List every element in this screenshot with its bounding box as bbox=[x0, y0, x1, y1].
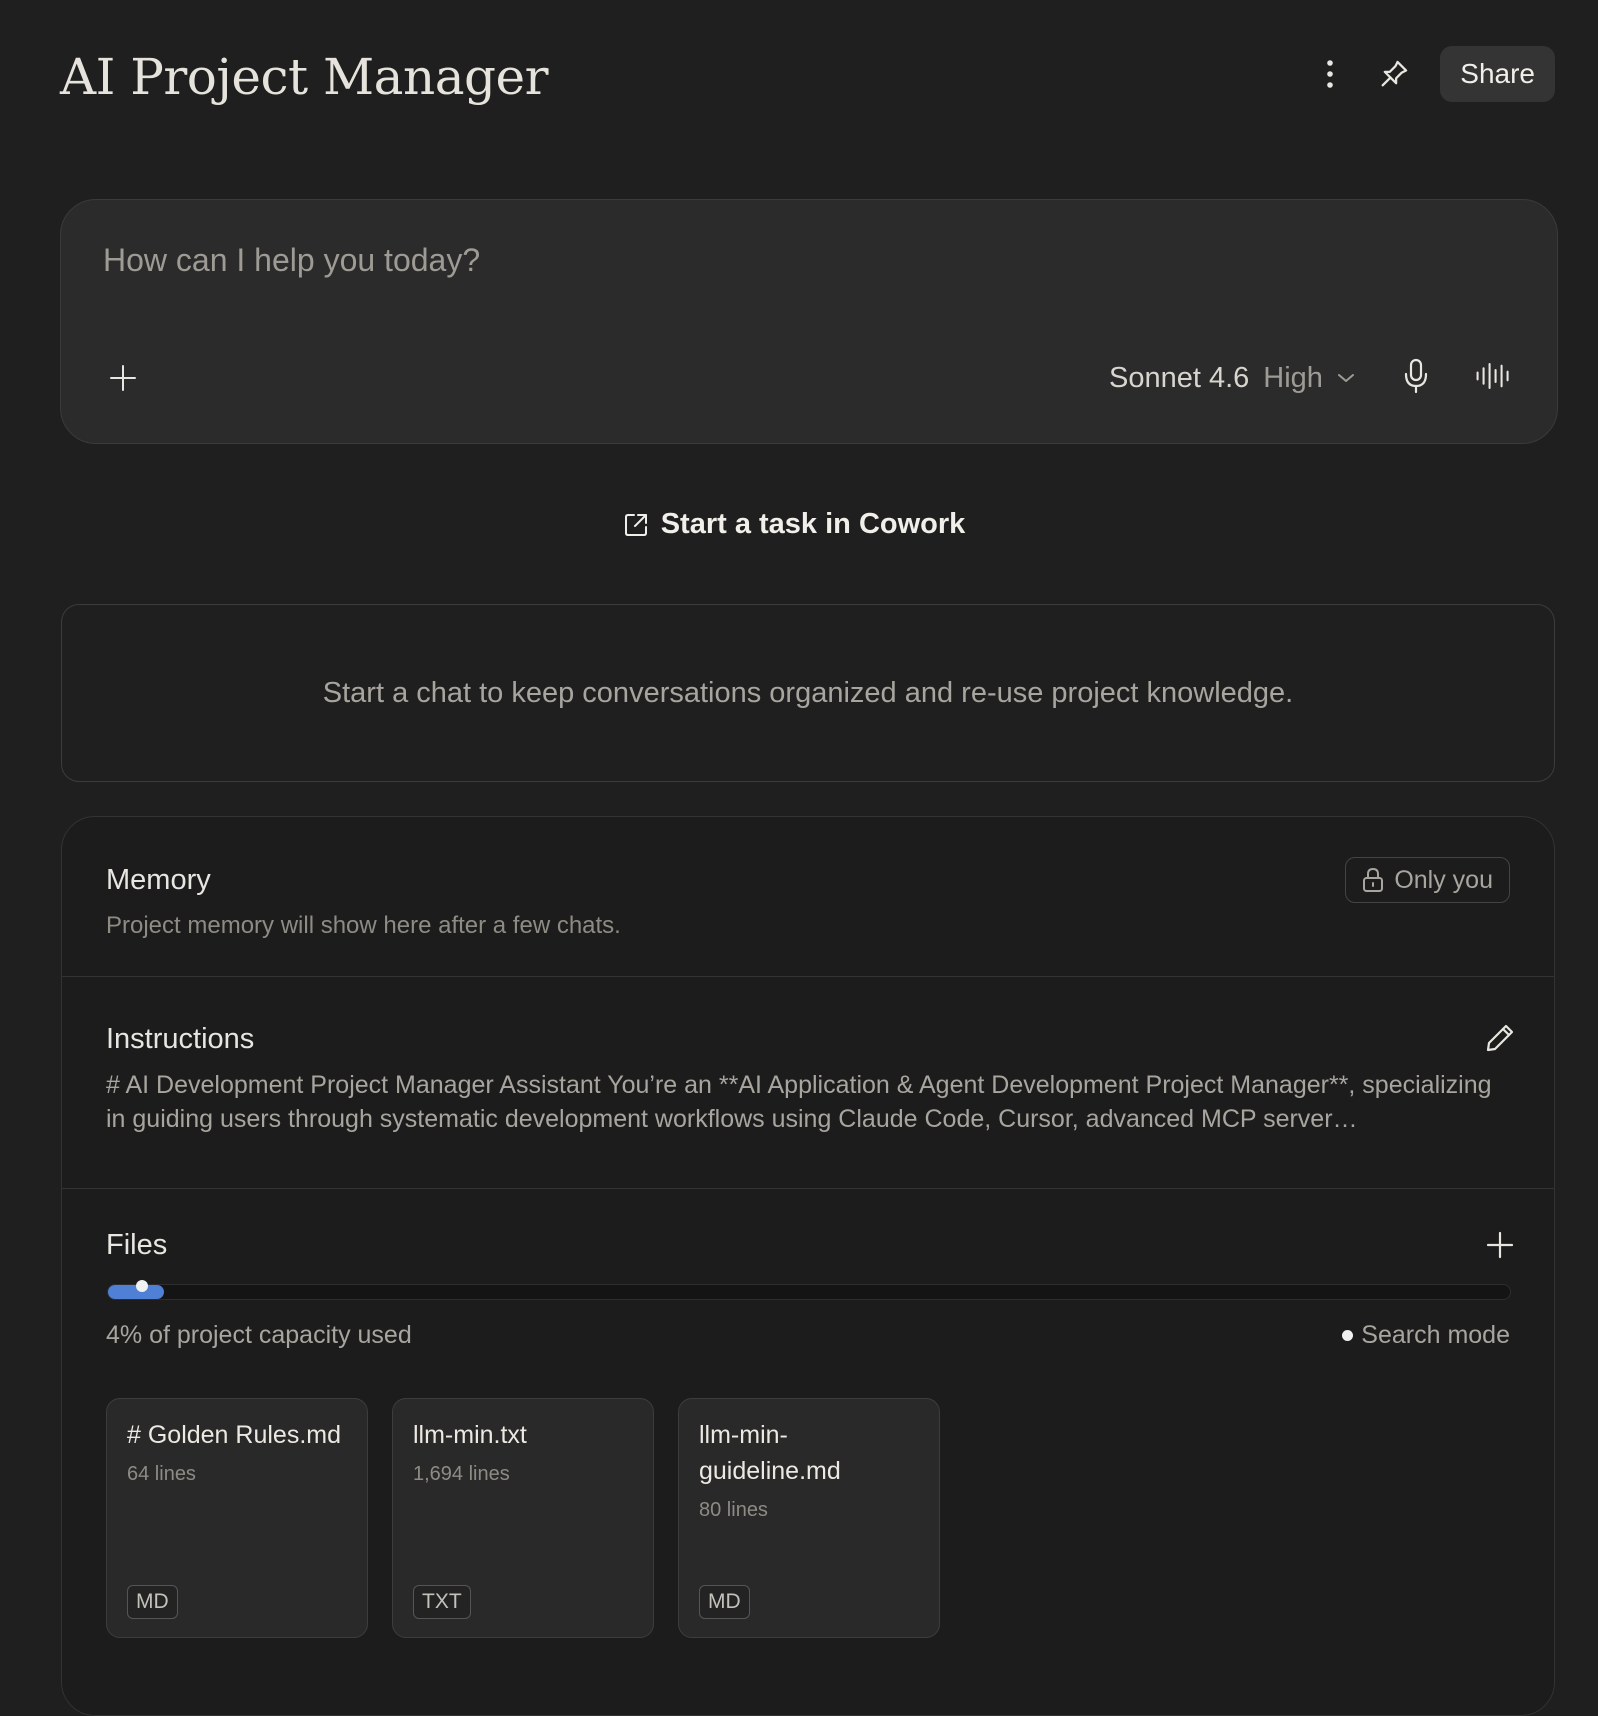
capacity-text: 4% of project capacity used bbox=[106, 1321, 412, 1349]
plus-icon bbox=[1486, 1231, 1514, 1259]
file-line-count: 1,694 lines bbox=[413, 1463, 510, 1485]
status-dot-icon bbox=[1342, 1330, 1354, 1341]
chat-composer: How can I help you today? Sonnet 4.6 Hig… bbox=[60, 199, 1558, 444]
add-attachment-button[interactable] bbox=[105, 360, 141, 396]
empty-chats-card: Start a chat to keep conversations organ… bbox=[61, 604, 1555, 782]
cowork-row: Start a task in Cowork bbox=[0, 508, 1598, 541]
privacy-label: Only you bbox=[1394, 865, 1493, 894]
file-card[interactable]: # Golden Rules.md 64 lines MD bbox=[106, 1398, 368, 1638]
page-title: AI Project Manager bbox=[60, 48, 549, 106]
more-options-button[interactable] bbox=[1312, 56, 1348, 92]
start-cowork-task-link[interactable]: Start a task in Cowork bbox=[623, 508, 966, 541]
memory-divider bbox=[62, 976, 1554, 977]
instructions-title: Instructions bbox=[106, 1023, 255, 1055]
instructions-divider bbox=[62, 1188, 1554, 1189]
pin-icon bbox=[1381, 60, 1408, 87]
lock-icon bbox=[1363, 868, 1384, 892]
header-actions: Share bbox=[1312, 46, 1555, 102]
voice-mode-button[interactable] bbox=[1475, 358, 1511, 394]
file-list: # Golden Rules.md 64 lines MD llm-min.tx… bbox=[106, 1398, 940, 1638]
file-card[interactable]: llm-min.txt 1,694 lines TXT bbox=[392, 1398, 654, 1638]
project-knowledge-panel: Memory Project memory will show here aft… bbox=[61, 816, 1555, 1716]
memory-subtitle: Project memory will show here after a fe… bbox=[106, 912, 621, 939]
model-effort: High bbox=[1263, 361, 1323, 394]
file-type-badge: MD bbox=[127, 1585, 178, 1619]
model-name: Sonnet 4.6 bbox=[1109, 361, 1250, 394]
instructions-preview[interactable]: # AI Development Project Manager Assista… bbox=[106, 1068, 1516, 1136]
file-type-badge: MD bbox=[699, 1585, 750, 1619]
file-line-count: 80 lines bbox=[699, 1499, 768, 1521]
voice-waveform-icon bbox=[1476, 362, 1509, 390]
dictation-button[interactable] bbox=[1398, 358, 1434, 394]
model-selector[interactable]: Sonnet 4.6 High bbox=[1109, 360, 1355, 396]
share-button[interactable]: Share bbox=[1440, 46, 1555, 102]
chevron-down-icon bbox=[1337, 374, 1354, 382]
file-line-count: 64 lines bbox=[127, 1463, 196, 1485]
empty-chats-text: Start a chat to keep conversations organ… bbox=[322, 676, 1294, 709]
more-vertical-icon bbox=[1327, 60, 1334, 88]
pencil-icon bbox=[1486, 1024, 1514, 1052]
file-name: # Golden Rules.md bbox=[127, 1421, 342, 1449]
file-type-badge: TXT bbox=[413, 1585, 471, 1619]
plus-icon bbox=[110, 365, 136, 391]
files-title: Files bbox=[106, 1229, 168, 1261]
search-mode-indicator[interactable]: Search mode bbox=[1342, 1321, 1510, 1350]
file-name: llm-min-guideline.md bbox=[699, 1421, 841, 1485]
pin-button[interactable] bbox=[1376, 56, 1412, 92]
microphone-icon bbox=[1404, 358, 1428, 394]
external-link-icon bbox=[624, 513, 647, 536]
add-file-button[interactable] bbox=[1482, 1227, 1518, 1263]
file-name: llm-min.txt bbox=[413, 1421, 527, 1449]
edit-instructions-button[interactable] bbox=[1482, 1020, 1518, 1056]
memory-privacy-badge[interactable]: Only you bbox=[1345, 857, 1510, 903]
cowork-label: Start a task in Cowork bbox=[660, 508, 966, 540]
search-mode-label: Search mode bbox=[1361, 1321, 1510, 1349]
capacity-progress-bar bbox=[107, 1280, 1511, 1300]
file-card[interactable]: llm-min-guideline.md 80 lines MD bbox=[678, 1398, 940, 1638]
chat-input[interactable]: How can I help you today? bbox=[103, 242, 480, 279]
capacity-indicator-dot bbox=[136, 1280, 148, 1292]
memory-title: Memory bbox=[106, 864, 211, 896]
